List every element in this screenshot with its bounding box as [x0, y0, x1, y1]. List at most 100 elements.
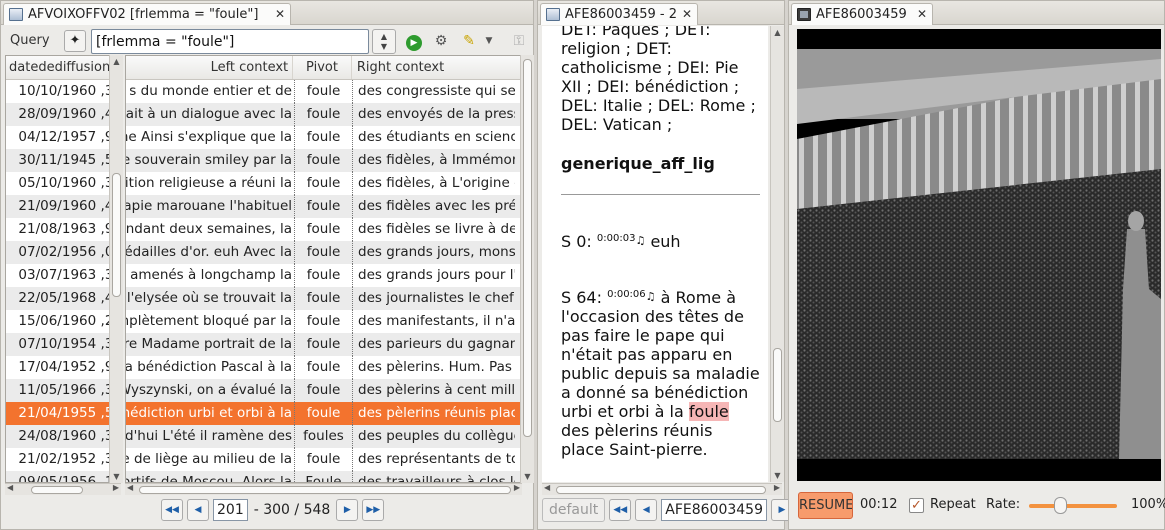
timecode[interactable]: 0:00:06	[607, 289, 646, 300]
previous-page-button[interactable]: ◀	[187, 499, 209, 521]
table-row[interactable]: dition religieuse a réuni la foule des fid…	[126, 172, 521, 195]
scroll-left-icon[interactable]: ◀	[544, 483, 550, 492]
scroll-down-icon[interactable]: ▼	[521, 472, 534, 481]
page-start-field[interactable]: 201	[213, 499, 248, 521]
table-row[interactable]: a bénédiction Pascal à la foule des pèleri…	[126, 356, 521, 379]
scroll-left-icon[interactable]: ◀	[127, 483, 133, 492]
document-hscrollbar[interactable]: ◀ ▶	[542, 483, 782, 495]
rate-slider[interactable]	[1029, 497, 1117, 514]
scroll-thumb[interactable]	[112, 173, 121, 297]
default-button[interactable]: default	[542, 498, 606, 522]
table-row[interactable]: 36, 11/05/1966	[6, 379, 122, 402]
tab-video[interactable]: AFE86003459 ✕	[791, 3, 933, 25]
audio-note-icon[interactable]: ♫	[635, 234, 645, 247]
hscroll-thumb[interactable]	[31, 486, 83, 494]
date-cell: 94, 21/08/1963	[18, 221, 122, 237]
table-row[interactable]: médailles d'or. euh Avec la foule des gran…	[126, 241, 521, 264]
table-row[interactable]: 43, 28/09/1960	[6, 103, 122, 126]
table-row[interactable]: ortifs de Moscou. Alors la Foule des trava…	[126, 471, 521, 482]
header-right-context[interactable]: Right context	[352, 56, 521, 79]
table-row[interactable]: 34, 21/02/1952	[6, 448, 122, 471]
table-row[interactable]: ce de liège au milieu de la foule des repr…	[126, 448, 521, 471]
history-spinner[interactable]: ▲ ▼	[372, 29, 396, 54]
audio-note-icon[interactable]: ♫	[646, 290, 656, 303]
scroll-right-icon[interactable]: ▶	[514, 483, 520, 492]
repeat-checkbox[interactable]: ✓	[909, 498, 924, 513]
video-player[interactable]	[797, 29, 1161, 481]
table-row[interactable]: e l'elysée où se trouvait la foule des jou…	[126, 287, 521, 310]
table-row[interactable]: ire Madame portrait de la foule des parieu…	[126, 333, 521, 356]
pivot-cell: foule	[294, 218, 353, 241]
chevron-down-icon[interactable]: ▼	[483, 31, 495, 51]
query-input[interactable]	[91, 29, 369, 54]
table-row[interactable]: 42, 22/05/1968	[6, 287, 122, 310]
close-icon[interactable]: ✕	[682, 4, 692, 25]
table-row[interactable]: 94, 21/08/1963	[6, 218, 122, 241]
table-row[interactable]: Tapie marouane l'habituel foule des fidèle…	[126, 195, 521, 218]
table-row[interactable]: 36, 10/10/1960	[6, 80, 122, 103]
table-row[interactable]: 01, 07/02/1956	[6, 241, 122, 264]
scroll-down-icon[interactable]: ▼	[110, 472, 123, 481]
table-row[interactable]: énédiction urbi et orbi à la foule des pèl…	[126, 402, 521, 425]
run-query-button[interactable]: ▶	[404, 31, 424, 51]
table-row[interactable]: 42, 21/09/1960	[6, 195, 122, 218]
scroll-up-icon[interactable]: ▲	[771, 28, 784, 37]
left-context-cell: ce de liège au milieu de la	[126, 451, 292, 467]
edit-icon[interactable]: ✎	[459, 31, 479, 51]
table-row[interactable]: 59, 30/11/1945	[6, 149, 122, 172]
header-pivot[interactable]: Pivot	[293, 56, 352, 79]
date-hscrollbar[interactable]: ◀ ▶	[5, 483, 121, 495]
table-row[interactable]: nait à un dialogue avec la foule des envoy…	[126, 103, 521, 126]
first-page-button[interactable]: ◀◀	[161, 499, 183, 521]
gear-icon[interactable]: ⚙	[431, 31, 451, 51]
tab-concordance[interactable]: AFVOIXOFFV02 [frlemma = "foule"] ✕	[3, 3, 291, 25]
document-id-field[interactable]: AFE86003459	[661, 499, 767, 521]
scroll-thumb[interactable]	[773, 348, 782, 422]
close-icon[interactable]: ✕	[275, 4, 285, 25]
close-icon[interactable]: ✕	[917, 4, 927, 25]
slider-handle[interactable]	[1053, 497, 1067, 514]
table-scrollbar[interactable]: ▲ ▼	[520, 55, 534, 483]
date-cell: 42, 21/09/1960	[18, 198, 122, 214]
timecode[interactable]: 0:00:03	[597, 233, 636, 244]
table-row[interactable]: 92, 17/04/1952	[6, 356, 122, 379]
next-page-button[interactable]: ▶	[336, 499, 359, 521]
table-row[interactable]: amenés à longchamp la foule des grands jou…	[126, 264, 521, 287]
table-row[interactable]: Wyszynski, on a évalué la foule des pèleri…	[126, 379, 521, 402]
table-row[interactable]: 37, 03/07/1963	[6, 264, 122, 287]
scroll-down-icon[interactable]: ▼	[771, 471, 784, 480]
date-cell: 28, 15/06/1960	[18, 313, 122, 329]
magic-wand-icon[interactable]: ✦	[64, 30, 86, 52]
tab-document[interactable]: AFE86003459 - 2 ✕	[540, 3, 698, 25]
scroll-up-icon[interactable]: ▲	[110, 57, 123, 66]
header-left-context[interactable]: Left context	[126, 56, 294, 79]
table-row[interactable]: rd'hui L'été il ramène des foules des peup…	[126, 425, 521, 448]
table-row[interactable]: ne Ainsi s'explique que la foule des étudi…	[126, 126, 521, 149]
table-row[interactable]: 34, 05/10/1960	[6, 172, 122, 195]
table-row[interactable]: 28, 15/06/1960	[6, 310, 122, 333]
table-row[interactable]: 14, 09/05/1956	[6, 471, 122, 482]
hscroll-thumb[interactable]	[556, 486, 766, 494]
last-page-button[interactable]: ▶▶	[362, 499, 385, 521]
header-date[interactable]: datedediffusion	[6, 56, 122, 79]
table-row[interactable]: mplètement bloqué par la foule des manifes…	[126, 310, 521, 333]
previous-page-button[interactable]: ◀	[635, 499, 658, 521]
table-row[interactable]: 31, 07/10/1954	[6, 333, 122, 356]
table-row[interactable]: endant deux semaines, la foule des fidèles…	[126, 218, 521, 241]
scroll-right-icon[interactable]: ▶	[774, 483, 780, 492]
table-row[interactable]: e souverain smiley par la foule des fidèle…	[126, 149, 521, 172]
resume-button[interactable]: RESUME	[798, 492, 853, 519]
hscroll-thumb[interactable]	[139, 486, 511, 494]
scroll-right-icon[interactable]: ▶	[113, 483, 119, 492]
table-row[interactable]: 59, 21/04/1955	[6, 402, 122, 425]
date-column-scrollbar[interactable]: ▲ ▼	[109, 55, 123, 483]
lock-icon[interactable]: ⚿	[509, 31, 529, 51]
first-page-button[interactable]: ◀◀	[609, 499, 632, 521]
scroll-thumb[interactable]	[523, 59, 532, 437]
table-row[interactable]: 96, 04/12/1957	[6, 126, 122, 149]
table-row[interactable]: s du monde entier et de foule des congress…	[126, 80, 521, 103]
table-hscrollbar[interactable]: ◀ ▶	[125, 483, 522, 495]
document-scrollbar[interactable]: ▲ ▼	[770, 26, 784, 482]
scroll-left-icon[interactable]: ◀	[7, 483, 13, 492]
table-row[interactable]: 38, 24/08/1960	[6, 425, 122, 448]
